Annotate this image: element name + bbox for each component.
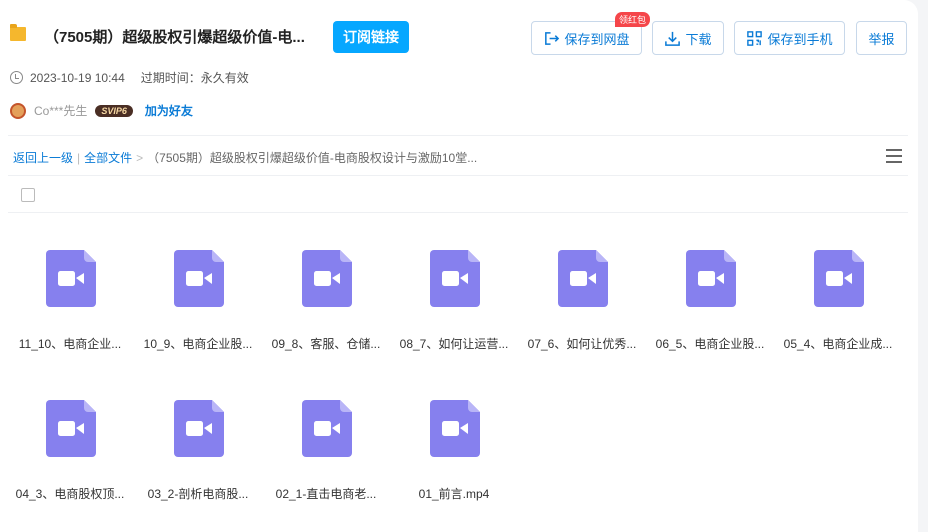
- save-to-cloud-icon: [545, 31, 560, 45]
- video-file-icon: [430, 250, 480, 307]
- file-name: 02_1-直击电商老...: [275, 487, 377, 501]
- file-name: 05_4、电商企业成...: [783, 337, 893, 351]
- header-divider: [8, 135, 908, 136]
- file-item[interactable]: 03_2-剖析电商股...: [134, 390, 262, 510]
- save-to-phone-label: 保存到手机: [767, 31, 833, 47]
- file-item[interactable]: 06_5、电商企业股...: [646, 240, 774, 360]
- file-name: 03_2-剖析电商股...: [147, 487, 249, 501]
- video-file-icon: [46, 250, 96, 307]
- file-item[interactable]: 08_7、如何让运营...: [390, 240, 518, 360]
- file-item[interactable]: 01_前言.mp4: [390, 390, 518, 510]
- expire-time: 过期时间：永久有效: [140, 71, 249, 85]
- file-name: 09_8、客服、仓储...: [271, 337, 381, 351]
- avatar[interactable]: [10, 102, 26, 119]
- share-header: （7505期）超级股权引爆超级价值-电... 订阅链接 保存到网盘 领红包 下载…: [10, 12, 910, 56]
- red-packet-badge[interactable]: 领红包: [615, 12, 651, 27]
- share-title: （7505期）超级股权引爆超级价值-电...: [44, 29, 305, 46]
- share-datetime: 2023-10-19 10:44: [30, 70, 125, 85]
- share-page: （7505期）超级股权引爆超级价值-电... 订阅链接 保存到网盘 领红包 下载…: [0, 0, 918, 532]
- file-name: 01_前言.mp4: [418, 487, 490, 501]
- video-file-icon: [174, 250, 224, 307]
- qr-code-icon: [747, 30, 763, 46]
- subscribe-link-button[interactable]: 订阅链接: [333, 21, 409, 53]
- current-folder: （7505期）超级股权引爆超级价值-电商股权设计与激励10堂...: [147, 151, 478, 165]
- list-divider: [8, 212, 908, 213]
- save-to-phone-button[interactable]: 保存到手机: [734, 21, 845, 55]
- video-file-icon: [302, 400, 352, 457]
- back-link[interactable]: 返回上一级: [13, 151, 73, 165]
- file-item[interactable]: 02_1-直击电商老...: [262, 390, 390, 510]
- download-label: 下载: [685, 31, 712, 47]
- download-button[interactable]: 下载: [652, 21, 724, 55]
- svip-badge: SVIP6: [95, 104, 133, 117]
- file-item[interactable]: 09_8、客服、仓储...: [262, 240, 390, 360]
- file-item[interactable]: 04_3、电商股权顶...: [6, 390, 134, 510]
- folder-icon: [10, 24, 26, 41]
- add-friend-link[interactable]: 加为好友: [145, 102, 193, 119]
- file-name: 08_7、如何让运营...: [399, 337, 509, 351]
- file-name: 11_10、电商企业...: [18, 337, 122, 351]
- sharer-info: Co***先生 SVIP6 加为好友: [10, 102, 193, 119]
- breadcrumb-arrow: >: [136, 151, 144, 165]
- file-item[interactable]: 10_9、电商企业股...: [134, 240, 262, 360]
- save-to-netdisk-label: 保存到网盘: [564, 31, 630, 47]
- video-file-icon: [686, 250, 736, 307]
- list-view-icon[interactable]: [886, 149, 902, 163]
- report-label: 举报: [868, 31, 895, 47]
- share-meta: 2023-10-19 10:44 过期时间：永久有效: [10, 69, 249, 86]
- sharer-name: Co***先生: [34, 104, 88, 118]
- video-file-icon: [430, 400, 480, 457]
- video-file-icon: [558, 250, 608, 307]
- file-item[interactable]: 05_4、电商企业成...: [774, 240, 902, 360]
- toolbar-divider: [8, 175, 908, 176]
- report-button[interactable]: 举报: [856, 21, 907, 55]
- breadcrumb: 返回上一级 | 全部文件 > （7505期）超级股权引爆超级价值-电商股权设计与激励10…: [13, 149, 477, 166]
- clock-icon: [10, 71, 23, 84]
- file-name: 07_6、如何让优秀...: [527, 337, 637, 351]
- video-file-icon: [302, 250, 352, 307]
- file-name: 06_5、电商企业股...: [655, 337, 765, 351]
- all-files-link[interactable]: 全部文件: [84, 151, 132, 165]
- file-item[interactable]: 07_6、如何让优秀...: [518, 240, 646, 360]
- breadcrumb-separator: |: [77, 151, 81, 165]
- video-file-icon: [174, 400, 224, 457]
- video-file-icon: [814, 250, 864, 307]
- select-all-checkbox[interactable]: [21, 188, 35, 202]
- video-file-icon: [46, 400, 96, 457]
- file-name: 10_9、电商企业股...: [143, 337, 253, 351]
- download-icon: [665, 31, 681, 46]
- file-item[interactable]: 11_10、电商企业...: [6, 240, 134, 360]
- file-name: 04_3、电商股权顶...: [15, 487, 125, 501]
